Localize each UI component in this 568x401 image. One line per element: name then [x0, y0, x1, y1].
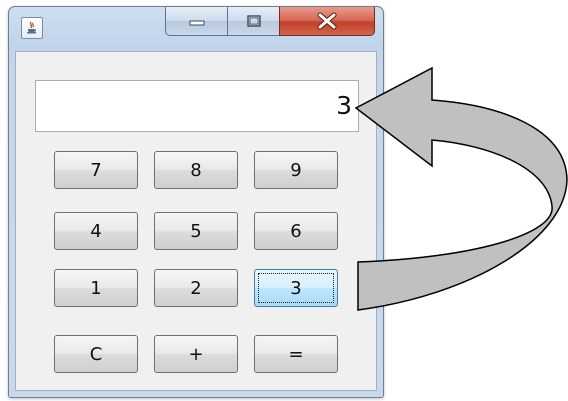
curved-arrow-shape — [354, 66, 568, 311]
stage: 3 7 8 9 4 5 6 1 2 3 C + = — [0, 0, 568, 401]
curved-arrow-annotation — [354, 66, 568, 311]
